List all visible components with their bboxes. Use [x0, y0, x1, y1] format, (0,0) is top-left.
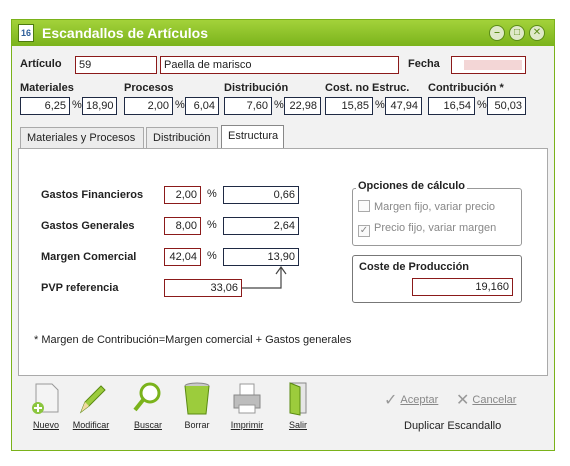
coste-produccion-field: 19,160 [412, 278, 513, 296]
tab-estructura[interactable]: Estructura [221, 125, 284, 150]
pct-sign: % [207, 250, 217, 262]
coste-produccion-title: Coste de Producción [359, 261, 470, 273]
materiales-value: 18,90 [82, 97, 117, 115]
imprimir-label: Imprimir [230, 420, 264, 430]
window-title: Escandallos de Artículos [42, 25, 208, 41]
tab-materiales-procesos[interactable]: Materiales y Procesos [20, 127, 144, 149]
gastos-financieros-value: 0,66 [223, 186, 299, 204]
modificar-label: Modificar [72, 420, 110, 430]
checkbox-icon [358, 200, 370, 212]
pct-sign: % [375, 99, 385, 111]
modificar-button[interactable]: Modificar [69, 380, 113, 430]
materiales-pct: 6,25 [20, 97, 70, 115]
pct-sign: % [207, 188, 217, 200]
fecha-label: Fecha [408, 58, 440, 70]
articulo-code-field[interactable]: 59 [75, 56, 157, 74]
magnifier-icon [133, 382, 161, 412]
buscar-button[interactable]: Buscar [126, 380, 170, 430]
cancelar-button[interactable]: ✕ Cancelar [456, 390, 516, 410]
trash-icon [184, 382, 210, 415]
borrar-button[interactable]: Borrar [175, 380, 219, 430]
margen-fijo-label: Margen fijo, variar precio [374, 201, 496, 213]
title-bar: 16 Escandallos de Artículos – □ ✕ [12, 20, 554, 46]
footnote: * Margen de Contribución=Margen comercia… [34, 334, 352, 346]
contribucion-label: Contribución * [428, 82, 504, 94]
nuevo-button[interactable]: Nuevo [24, 380, 68, 430]
escandallos-window: 16 Escandallos de Artículos – □ ✕ Artícu… [11, 19, 555, 451]
pct-sign: % [175, 99, 185, 111]
close-icon[interactable]: ✕ [529, 25, 545, 41]
gastos-generales-pct[interactable]: 8,00 [164, 217, 201, 235]
new-document-icon [32, 383, 59, 414]
pvp-referencia-label: PVP referencia [41, 282, 119, 294]
cost-no-estruc-pct: 15,85 [325, 97, 373, 115]
contribucion-pct: 16,54 [428, 97, 475, 115]
pct-sign: % [72, 99, 82, 111]
buscar-label: Buscar [133, 420, 162, 430]
borrar-label: Borrar [184, 420, 210, 430]
margen-comercial-pct[interactable]: 42,04 [164, 248, 201, 266]
nuevo-label: Nuevo [32, 420, 59, 430]
opciones-calculo-group [352, 188, 522, 246]
precio-fijo-label: Precio fijo, variar margen [374, 222, 497, 234]
gastos-financieros-pct[interactable]: 2,00 [164, 186, 201, 204]
gastos-generales-value: 2,64 [223, 217, 299, 235]
maximize-icon[interactable]: □ [509, 25, 525, 41]
cost-no-estruc-label: Cost. no Estruc. [325, 82, 410, 94]
cross-icon: ✕ [456, 392, 470, 409]
link-arrow-icon [242, 265, 287, 289]
gastos-generales-label: Gastos Generales [41, 220, 135, 232]
salir-label: Salir [288, 420, 307, 430]
estructura-panel: Gastos Financieros 2,00 % 0,66 Gastos Ge… [18, 148, 548, 376]
fecha-redacted [464, 60, 522, 70]
distribucion-label: Distribución [224, 82, 289, 94]
pencil-icon [79, 385, 106, 414]
precio-fijo-option[interactable]: ✓ Precio fijo, variar margen [358, 222, 496, 237]
gastos-financieros-label: Gastos Financieros [41, 189, 144, 201]
procesos-label: Procesos [124, 82, 174, 94]
checkmark-icon: ✓ [358, 225, 370, 237]
printer-icon [233, 383, 261, 414]
aceptar-label: Aceptar [400, 394, 439, 406]
salir-button[interactable]: Salir [276, 380, 320, 430]
fecha-field[interactable] [451, 56, 526, 74]
articulo-label: Artículo [20, 58, 62, 70]
procesos-pct: 2,00 [124, 97, 173, 115]
duplicar-escandallo-button[interactable]: Duplicar Escandallo [404, 420, 501, 432]
calendar-icon: 16 [18, 24, 34, 42]
cost-no-estruc-value: 47,94 [385, 97, 422, 115]
materiales-label: Materiales [20, 82, 74, 94]
pvp-referencia-field[interactable]: 33,06 [164, 279, 242, 297]
margen-fijo-option[interactable]: Margen fijo, variar precio [358, 200, 495, 213]
pct-sign: % [207, 219, 217, 231]
distribucion-value: 22,98 [284, 97, 321, 115]
procesos-value: 6,04 [185, 97, 219, 115]
pct-sign: % [274, 99, 284, 111]
minimize-icon[interactable]: – [489, 25, 505, 41]
exit-door-icon [289, 382, 307, 416]
pct-sign: % [477, 99, 487, 111]
cancelar-label: Cancelar [472, 394, 517, 406]
opciones-calculo-title: Opciones de cálculo [356, 180, 467, 192]
aceptar-button[interactable]: ✓ Aceptar [384, 390, 438, 410]
articulo-name-field[interactable]: Paella de marisco [160, 56, 399, 74]
tab-distribucion[interactable]: Distribución [146, 127, 218, 149]
contribucion-value: 50,03 [487, 97, 526, 115]
distribucion-pct: 7,60 [224, 97, 272, 115]
margen-comercial-label: Margen Comercial [41, 251, 137, 263]
check-icon: ✓ [384, 392, 398, 409]
imprimir-button[interactable]: Imprimir [225, 380, 269, 430]
